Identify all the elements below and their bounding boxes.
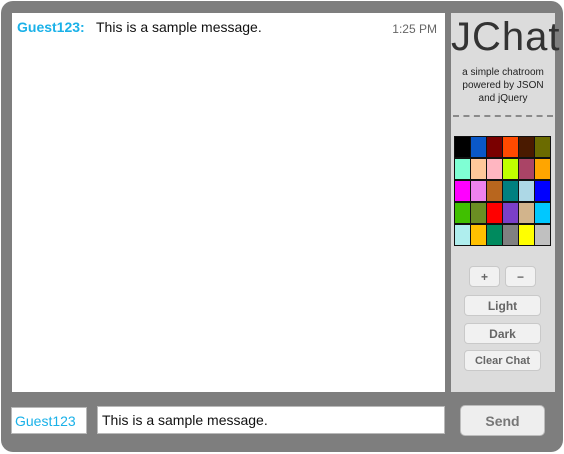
app-logo: JChat: [451, 15, 561, 59]
color-swatch[interactable]: [455, 225, 470, 245]
username-input[interactable]: [11, 407, 87, 434]
color-swatch[interactable]: [503, 225, 518, 245]
color-swatch[interactable]: [535, 159, 550, 179]
chat-app-frame: Guest123: This is a sample message. 1:25…: [1, 1, 563, 452]
color-swatch[interactable]: [487, 203, 502, 223]
message-timestamp: 1:25 PM: [392, 22, 437, 36]
send-button[interactable]: Send: [460, 405, 545, 436]
color-swatch[interactable]: [487, 159, 502, 179]
message-text: This is a sample message.: [96, 19, 262, 35]
color-swatch[interactable]: [535, 225, 550, 245]
dark-theme-button[interactable]: Dark: [464, 323, 541, 344]
color-swatch[interactable]: [519, 137, 534, 157]
message-username: Guest123:: [17, 19, 85, 35]
font-size-decrease-button[interactable]: −: [505, 266, 536, 287]
color-swatch[interactable]: [535, 137, 550, 157]
color-swatch[interactable]: [455, 137, 470, 157]
color-swatch[interactable]: [487, 137, 502, 157]
clear-chat-button[interactable]: Clear Chat: [464, 350, 541, 371]
color-swatch[interactable]: [519, 159, 534, 179]
app-tagline: a simple chatroom powered by JSON and jQ…: [462, 67, 544, 104]
light-theme-button[interactable]: Light: [464, 295, 541, 316]
color-swatch[interactable]: [519, 225, 534, 245]
color-swatch[interactable]: [535, 181, 550, 201]
chat-log: Guest123: This is a sample message. 1:25…: [12, 13, 445, 392]
color-swatch[interactable]: [455, 159, 470, 179]
color-palette: [454, 136, 551, 246]
color-swatch[interactable]: [503, 159, 518, 179]
font-size-increase-button[interactable]: +: [469, 266, 500, 287]
color-swatch[interactable]: [455, 203, 470, 223]
color-swatch[interactable]: [471, 181, 486, 201]
color-swatch[interactable]: [503, 203, 518, 223]
color-swatch[interactable]: [471, 159, 486, 179]
color-swatch[interactable]: [519, 181, 534, 201]
color-swatch[interactable]: [471, 137, 486, 157]
color-swatch[interactable]: [503, 181, 518, 201]
sidebar: JChat a simple chatroom powered by JSON …: [451, 13, 561, 392]
message-input[interactable]: [97, 406, 445, 434]
color-swatch[interactable]: [519, 203, 534, 223]
color-swatch[interactable]: [535, 203, 550, 223]
color-swatch[interactable]: [487, 181, 502, 201]
color-swatch[interactable]: [471, 225, 486, 245]
chat-message: Guest123: This is a sample message. 1:25…: [17, 19, 437, 39]
color-swatch[interactable]: [471, 203, 486, 223]
color-swatch[interactable]: [455, 181, 470, 201]
color-swatch[interactable]: [503, 137, 518, 157]
color-swatch[interactable]: [487, 225, 502, 245]
sidebar-divider: [453, 115, 553, 117]
